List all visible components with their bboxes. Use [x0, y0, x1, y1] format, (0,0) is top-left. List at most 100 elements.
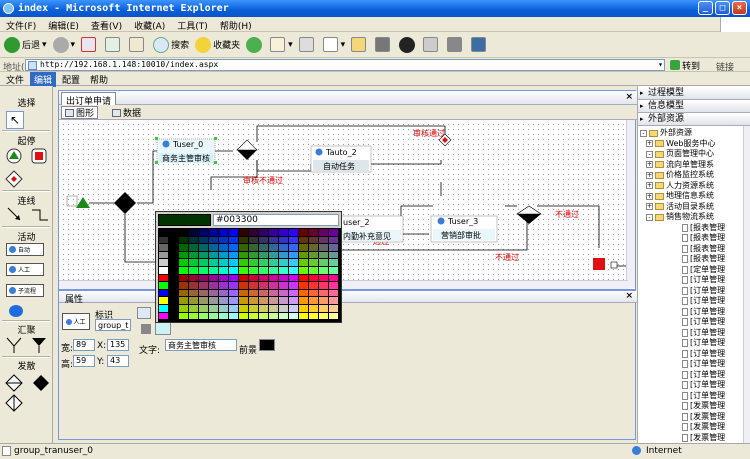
color-swatch[interactable]	[299, 289, 308, 297]
color-swatch[interactable]	[219, 289, 228, 297]
manual-activity-button[interactable]: 人工	[6, 263, 44, 276]
color-swatch[interactable]	[289, 236, 298, 244]
color-swatch[interactable]	[289, 229, 298, 236]
tree-leaf[interactable]: [订单管理	[682, 338, 725, 348]
color-swatch[interactable]	[279, 244, 288, 251]
color-swatch[interactable]	[279, 236, 288, 244]
color-swatch[interactable]	[269, 289, 278, 297]
color-swatch[interactable]	[299, 312, 308, 320]
color-swatch[interactable]	[299, 297, 308, 304]
color-swatch[interactable]	[269, 236, 278, 244]
color-swatch[interactable]	[239, 251, 248, 259]
color-swatch[interactable]	[189, 267, 198, 274]
tree-leaf[interactable]: [发票管理	[682, 422, 725, 432]
header-external-resources[interactable]: 外部资源	[638, 114, 750, 126]
color-swatch[interactable]	[189, 305, 198, 312]
close-tab-icon[interactable]: ×	[625, 92, 633, 102]
color-swatch[interactable]	[329, 236, 338, 244]
color-swatch[interactable]	[159, 267, 168, 274]
tree-leaf[interactable]: [定单管理	[682, 265, 725, 275]
tree-item[interactable]: + 价格监控系统	[646, 170, 714, 180]
color-swatch[interactable]	[169, 297, 178, 304]
color-swatch[interactable]	[199, 297, 208, 304]
edit-button[interactable]: ▾	[322, 37, 345, 52]
print-button[interactable]	[298, 37, 317, 52]
height-field[interactable]: 59	[73, 355, 95, 367]
color-swatch[interactable]	[159, 297, 168, 304]
color-swatch[interactable]	[309, 229, 318, 236]
color-swatch[interactable]	[209, 289, 218, 297]
color-swatch[interactable]	[229, 229, 238, 236]
favorites-button[interactable]: 收藏夹	[195, 36, 240, 53]
color-swatch[interactable]	[199, 312, 208, 320]
color-swatch[interactable]	[209, 229, 218, 236]
color-swatch[interactable]	[249, 289, 258, 297]
color-swatch[interactable]	[299, 282, 308, 289]
address-input[interactable]: http://192.168.1.148:10010/index.aspx ▾	[25, 59, 665, 71]
app-menu-help[interactable]: 帮助	[86, 72, 112, 87]
color-swatch[interactable]	[249, 312, 258, 320]
color-swatch[interactable]	[259, 229, 268, 236]
color-swatch[interactable]	[159, 312, 168, 320]
canvas-vertical-scrollbar[interactable]	[626, 120, 635, 288]
color-swatch[interactable]	[249, 251, 258, 259]
color-swatch[interactable]	[229, 236, 238, 244]
color-swatch[interactable]	[309, 305, 318, 312]
color-swatch[interactable]	[239, 312, 248, 320]
color-swatch[interactable]	[329, 244, 338, 251]
color-swatch[interactable]	[309, 297, 318, 304]
color-swatch[interactable]	[159, 274, 168, 282]
text-field[interactable]: 商务主管审核	[165, 339, 237, 351]
color-swatch[interactable]	[159, 289, 168, 297]
color-swatch[interactable]	[259, 305, 268, 312]
tree-leaf[interactable]: [订单管理	[682, 328, 725, 338]
tree-leaf[interactable]: [订单管理	[682, 286, 725, 296]
color-swatch[interactable]	[259, 274, 268, 282]
tree-leaf[interactable]: [报表管理	[682, 244, 725, 254]
y-field[interactable]: 43	[107, 355, 129, 367]
color-swatch[interactable]	[329, 267, 338, 274]
color-swatch[interactable]	[169, 267, 178, 274]
tree-item[interactable]: + Web服务中心	[646, 139, 715, 149]
color-swatch[interactable]	[309, 259, 318, 266]
color-swatch[interactable]	[329, 251, 338, 259]
color-swatch[interactable]	[259, 251, 268, 259]
color-swatch[interactable]	[189, 229, 198, 236]
color-swatch[interactable]	[179, 267, 188, 274]
color-swatch[interactable]	[269, 297, 278, 304]
tree-item[interactable]: - 销售物流系统	[646, 212, 714, 222]
color-swatch[interactable]	[209, 259, 218, 266]
color-swatch-grid[interactable]	[158, 228, 341, 322]
color-swatch[interactable]	[239, 282, 248, 289]
color-swatch[interactable]	[329, 282, 338, 289]
color-swatch[interactable]	[179, 244, 188, 251]
fork-tools[interactable]	[5, 374, 49, 414]
color-swatch[interactable]	[289, 289, 298, 297]
color-swatch[interactable]	[239, 244, 248, 251]
color-swatch[interactable]	[299, 267, 308, 274]
color-swatch[interactable]	[239, 297, 248, 304]
color-swatch[interactable]	[299, 251, 308, 259]
color-swatch[interactable]	[329, 305, 338, 312]
color-swatch[interactable]	[209, 236, 218, 244]
tree-leaf[interactable]: [发票管理	[682, 412, 725, 422]
color-swatch[interactable]	[189, 251, 198, 259]
color-swatch[interactable]	[249, 236, 258, 244]
color-swatch[interactable]	[239, 305, 248, 312]
color-swatch[interactable]	[279, 289, 288, 297]
tree-leaf[interactable]: [订单管理	[682, 275, 725, 285]
color-swatch[interactable]	[199, 251, 208, 259]
color-swatch[interactable]	[319, 267, 328, 274]
color-swatch[interactable]	[289, 282, 298, 289]
color-swatch[interactable]	[229, 282, 238, 289]
color-swatch[interactable]	[209, 267, 218, 274]
color-swatch[interactable]	[209, 297, 218, 304]
color-swatch[interactable]	[209, 312, 218, 320]
color-swatch[interactable]	[239, 289, 248, 297]
color-swatch[interactable]	[199, 259, 208, 266]
menu-file[interactable]: 文件(F)	[0, 17, 42, 32]
color-swatch[interactable]	[179, 312, 188, 320]
color-swatch[interactable]	[159, 236, 168, 244]
color-swatch[interactable]	[169, 289, 178, 297]
color-swatch[interactable]	[249, 282, 258, 289]
